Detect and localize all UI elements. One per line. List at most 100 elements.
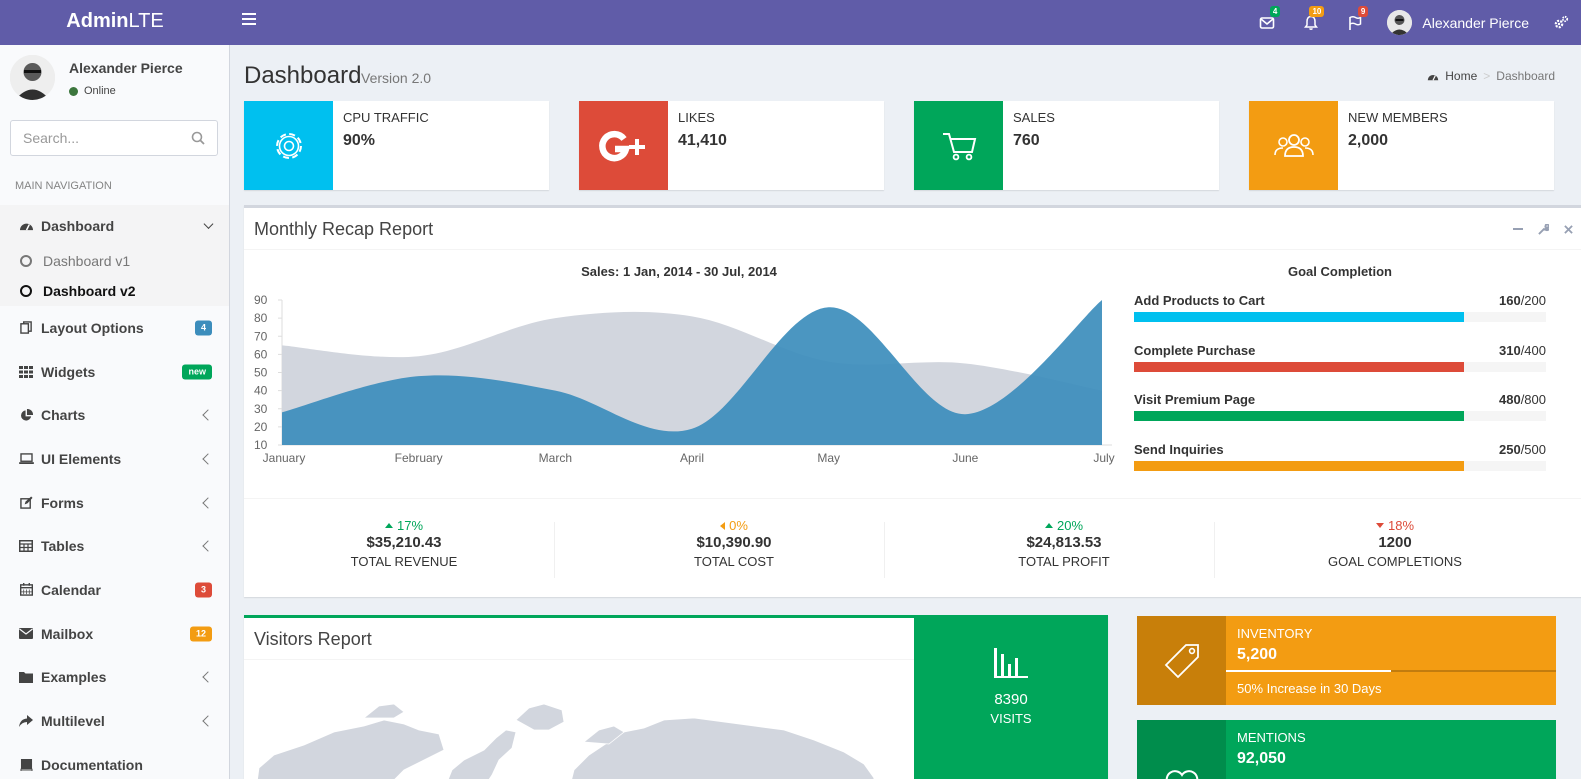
x-tick-label: July: [1093, 451, 1114, 465]
sidebar-item-tables[interactable]: Tables: [0, 524, 229, 568]
layout-count-badge: 4: [194, 320, 212, 336]
sidebar: Alexander Pierce Online MAIN NAVIGATION …: [0, 45, 230, 779]
gear-icon: [244, 101, 333, 190]
circle-icon: [20, 255, 32, 267]
tile-value: 92,050: [1237, 750, 1286, 767]
info-box-label: CPU TRAFFIC: [343, 110, 429, 125]
y-tick-label: 30: [254, 402, 268, 416]
sidebar-item-dashboard[interactable]: Dashboard: [0, 205, 229, 246]
sidebar-item-dashboard-v2[interactable]: Dashboard v2: [0, 276, 229, 306]
y-tick-label: 80: [254, 311, 268, 325]
y-tick-label: 70: [254, 329, 268, 343]
y-tick-label: 90: [254, 293, 268, 307]
y-tick-label: 60: [254, 347, 268, 361]
chevron-left-icon: [202, 496, 214, 509]
google-plus-icon: [579, 101, 668, 190]
sidebar-item-charts[interactable]: Charts: [0, 393, 229, 437]
sidebar-item-layout-options[interactable]: Layout Options 4: [0, 306, 229, 350]
control-sidebar-button[interactable]: [1541, 0, 1581, 45]
y-tick-label: 40: [254, 384, 268, 398]
breadcrumb-home-link[interactable]: Home: [1445, 69, 1477, 83]
sidebar-item-widgets[interactable]: Widgets new: [0, 350, 229, 394]
caret-down-icon: [1375, 523, 1384, 528]
sidebar-menu: Dashboard Dashboard v1 Dashboard v2 Layo…: [0, 205, 229, 779]
book-icon: [18, 758, 34, 772]
wrench-button[interactable]: [1537, 223, 1549, 235]
info-box-likes: LIKES 41,410: [579, 101, 884, 190]
tasks-button[interactable]: 9: [1333, 0, 1377, 45]
content-wrapper: Dashboard Version 2.0 Home > Dashboard C…: [230, 45, 1581, 779]
logo[interactable]: AdminLTE: [0, 0, 230, 45]
chevron-left-icon: [202, 671, 214, 684]
search-icon[interactable]: [191, 131, 205, 145]
goal-send-inquiries: Send Inquiries 250/500: [1134, 442, 1546, 472]
dashboard-icon: [18, 219, 34, 233]
visits-value: 8390: [994, 691, 1028, 708]
folder-icon: [18, 670, 34, 684]
progress-bar: [1134, 312, 1546, 322]
sidebar-item-calendar[interactable]: Calendar 3: [0, 568, 229, 612]
progress-bar: [1134, 362, 1546, 372]
status-dot-icon: [69, 86, 78, 96]
sidebar-item-examples[interactable]: Examples: [0, 656, 229, 700]
page-title: Dashboard: [244, 62, 362, 89]
sidebar-item-dashboard-v1[interactable]: Dashboard v1: [0, 246, 229, 276]
x-tick-label: April: [680, 451, 704, 465]
visitors-report-box: Visitors Report 8390 VISITS: [244, 615, 1108, 779]
caret-up-icon: [1044, 523, 1053, 528]
tag-icon: [1137, 616, 1226, 705]
chevron-left-icon: [202, 409, 214, 421]
calendar-count-badge: 3: [194, 582, 212, 598]
sidebar-search: [10, 120, 218, 156]
user-status: Online: [69, 85, 116, 97]
sidebar-item-documentation[interactable]: Documentation: [0, 743, 229, 779]
goal-visit-premium: Visit Premium Page 480/800: [1134, 392, 1546, 422]
sidebar-toggle-icon[interactable]: [242, 13, 256, 27]
circle-icon: [20, 285, 32, 297]
sidebar-item-multilevel[interactable]: Multilevel: [0, 699, 229, 743]
x-tick-label: February: [395, 451, 443, 465]
stat-goal-completions: 18% 1200 GOAL COMPLETIONS: [1328, 518, 1462, 569]
tile-description: 50% Increase in 30 Days: [1237, 681, 1382, 696]
top-header: AdminLTE 4 10 9 Alexander Pierce: [0, 0, 1581, 45]
gears-icon: [1554, 15, 1569, 28]
chevron-down-icon: [203, 218, 214, 229]
notifications-badge: 10: [1309, 6, 1325, 17]
world-map: [257, 703, 875, 779]
info-box-new-members: NEW MEMBERS 2,000: [1249, 101, 1554, 190]
monthly-recap-box: Monthly Recap Report Sales: 1 Jan, 2014 …: [244, 205, 1581, 597]
sidebar-item-mailbox[interactable]: Mailbox 12: [0, 612, 229, 656]
collapse-button[interactable]: [1512, 223, 1524, 235]
info-box-value: 760: [1013, 132, 1040, 149]
stat-total-cost: 0% $10,390.90 TOTAL COST: [694, 518, 774, 569]
breadcrumb-current: Dashboard: [1496, 69, 1555, 83]
y-tick-label: 20: [254, 420, 268, 434]
envelope-icon: [18, 627, 34, 641]
goal-complete-purchase: Complete Purchase 310/400: [1134, 343, 1546, 373]
minus-icon: [1513, 228, 1523, 230]
files-icon: [18, 321, 34, 335]
chart-title: Sales: 1 Jan, 2014 - 30 Jul, 2014: [581, 264, 777, 279]
y-tick-label: 50: [254, 366, 268, 380]
sidebar-item-ui-elements[interactable]: UI Elements: [0, 437, 229, 481]
info-box-sales: SALES 760: [914, 101, 1219, 190]
user-menu[interactable]: Alexander Pierce: [1377, 0, 1541, 45]
mentions-tile: MENTIONS 92,050: [1137, 720, 1556, 779]
user-menu-name: Alexander Pierce: [1422, 14, 1529, 31]
remove-button[interactable]: [1562, 223, 1574, 235]
sidebar-item-forms[interactable]: Forms: [0, 481, 229, 525]
sales-area-chart: 10 20 30 40 50 60 70 80 90 January February March Ap…: [254, 293, 1115, 465]
inventory-tile: INVENTORY 5,200 50% Increase in 30 Days: [1137, 616, 1556, 705]
info-box-value: 2,000: [1348, 132, 1389, 149]
x-tick-label: June: [952, 451, 978, 465]
messages-badge: 4: [1269, 6, 1281, 17]
avatar: [1387, 10, 1413, 35]
notifications-button[interactable]: 10: [1289, 0, 1333, 45]
messages-button[interactable]: 4: [1245, 0, 1289, 45]
wrench-icon: [1537, 223, 1549, 235]
search-input[interactable]: [11, 121, 181, 155]
info-box-label: NEW MEMBERS: [1348, 110, 1448, 125]
x-tick-label: March: [539, 451, 572, 465]
goal-completion-title: Goal Completion: [1288, 264, 1392, 279]
visits-panel: 8390 VISITS: [914, 618, 1108, 779]
